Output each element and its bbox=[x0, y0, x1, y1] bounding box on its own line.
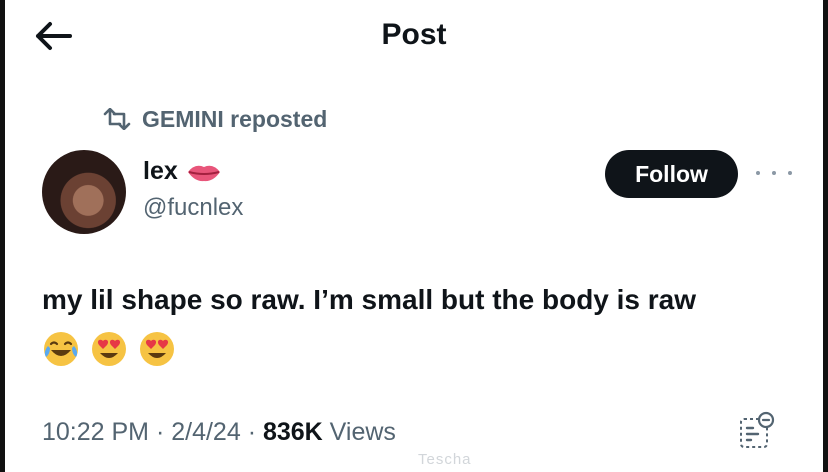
post-header: Post bbox=[0, 0, 828, 72]
post-time[interactable]: 10:22 PM bbox=[42, 418, 149, 447]
views-label: Views bbox=[322, 418, 396, 446]
author-name[interactable]: lex bbox=[143, 157, 178, 186]
post-emojis bbox=[42, 330, 186, 368]
qr-scan-icon[interactable] bbox=[738, 410, 776, 450]
lips-icon bbox=[187, 165, 220, 181]
page-title: Post bbox=[381, 18, 447, 51]
avatar[interactable] bbox=[42, 150, 126, 234]
meta-separator: · bbox=[149, 418, 172, 446]
laughing-tears-emoji bbox=[44, 332, 78, 366]
repost-icon bbox=[103, 108, 131, 130]
post-date[interactable]: 2/4/24 bbox=[171, 418, 241, 447]
repost-label: GEMINI reposted bbox=[142, 105, 328, 132]
repost-indicator[interactable]: GEMINI reposted bbox=[102, 104, 327, 134]
more-dots-icon[interactable] bbox=[756, 162, 792, 184]
post-meta: 10:22 PM · 2/4/24 · 836K Views bbox=[42, 418, 396, 447]
follow-button[interactable]: Follow bbox=[605, 150, 738, 198]
heart-eyes-emoji bbox=[140, 332, 174, 366]
watermark: Tescha bbox=[418, 451, 472, 468]
views-count: 836K bbox=[262, 418, 323, 446]
author-name-row[interactable]: lex bbox=[143, 157, 222, 186]
meta-separator: · bbox=[240, 418, 263, 446]
author-handle[interactable]: @fucnlex bbox=[143, 194, 243, 222]
post-text: my lil shape so raw. I’m small but the b… bbox=[42, 284, 697, 315]
heart-eyes-emoji bbox=[92, 332, 126, 366]
